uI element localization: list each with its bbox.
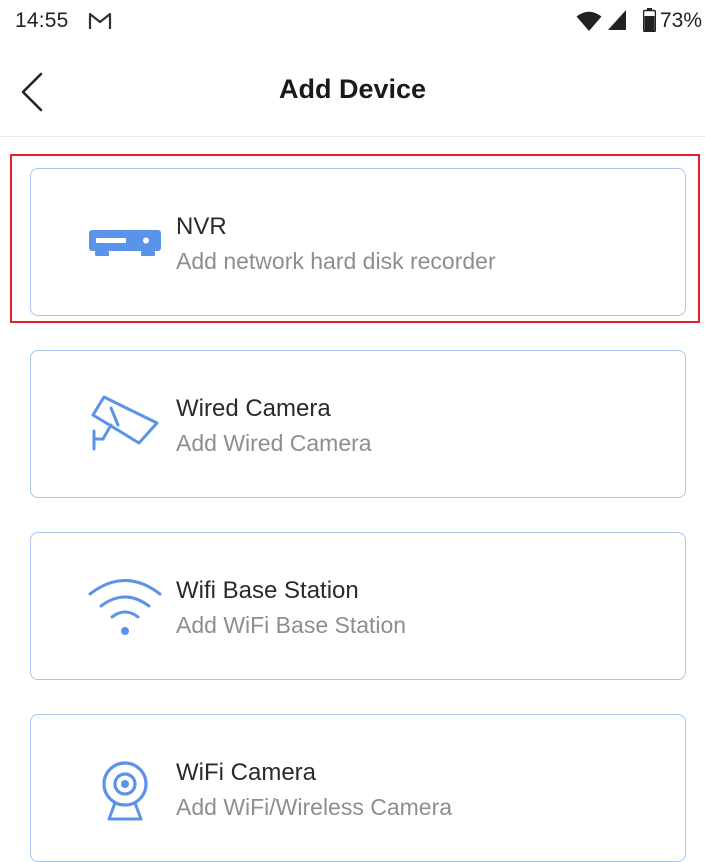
wifi-camera-icon [87,757,163,821]
cellular-signal-icon [607,9,627,31]
gmail-icon [88,12,112,30]
device-subtitle: Add Wired Camera [176,430,372,456]
nvr-recorder-icon [87,211,163,275]
device-title: WiFi Camera [176,759,317,786]
page-title: Add Device [278,74,427,104]
device-subtitle: Add network hard disk recorder [176,248,496,274]
device-card-wired-camera[interactable]: Wired Camera Add Wired Camera [30,350,686,498]
device-title: NVR [176,213,227,240]
device-card-nvr[interactable]: NVR Add network hard disk recorder [30,168,686,316]
wifi-icon [576,10,602,32]
device-title: Wired Camera [176,395,331,422]
wired-camera-icon [87,393,163,457]
device-card-wifi-camera[interactable]: WiFi Camera Add WiFi/Wireless Camera [30,714,686,862]
device-subtitle: Add WiFi Base Station [176,612,407,638]
status-bar: 14:55 73% [0,0,705,44]
device-subtitle: Add WiFi/Wireless Camera [176,794,453,820]
wifi-base-station-icon [87,575,163,639]
battery-percent: 73% [660,9,703,32]
app-header: Add Device [0,44,705,137]
battery-icon [642,8,657,33]
device-title: Wifi Base Station [176,577,359,604]
status-time: 14:55 [15,9,69,32]
device-card-wifi-base-station[interactable]: Wifi Base Station Add WiFi Base Station [30,532,686,680]
